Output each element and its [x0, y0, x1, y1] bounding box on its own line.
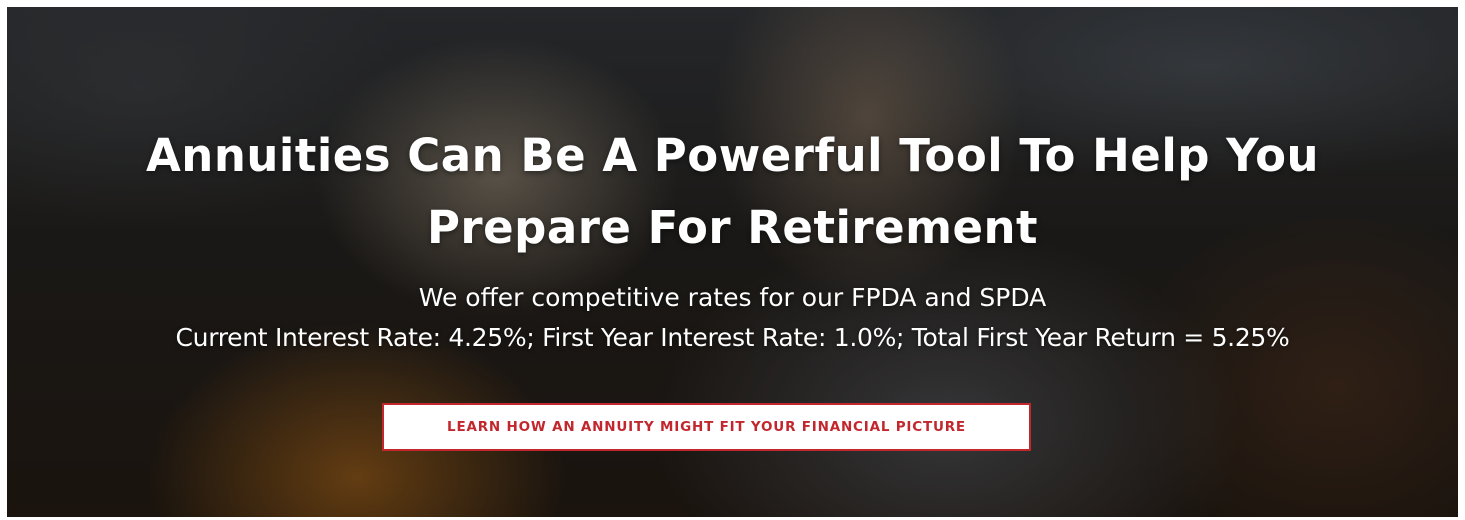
- hero-headline-line-1: Annuities Can Be A Powerful Tool To Help…: [145, 129, 1320, 182]
- hero-banner: Annuities Can Be A Powerful Tool To Help…: [7, 7, 1458, 517]
- hero-subtext-line-1: We offer competitive rates for our FPDA …: [418, 283, 1047, 312]
- hero-headline-line-2: Prepare For Retirement: [426, 201, 1039, 254]
- hero-rates-text: Current Interest Rate: 4.25%; First Year…: [175, 323, 1290, 352]
- learn-more-button[interactable]: LEARN HOW AN ANNUITY MIGHT FIT YOUR FINA…: [382, 403, 1031, 451]
- hero-content: Annuities Can Be A Powerful Tool To Help…: [7, 7, 1458, 517]
